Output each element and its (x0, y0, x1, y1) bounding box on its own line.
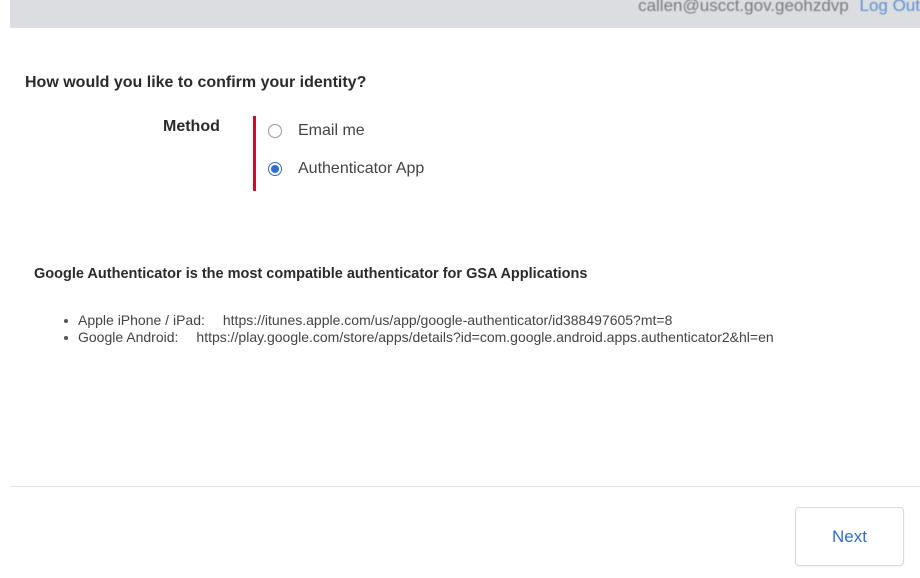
page-question: How would you like to confirm your ident… (25, 74, 367, 91)
authenticator-info-heading: Google Authenticator is the most compati… (34, 266, 588, 282)
app-url-apple: https://itunes.apple.com/us/app/google-a… (222, 312, 673, 328)
user-email: callen@uscct.gov.geohzdvp (638, 0, 849, 15)
next-button[interactable]: Next (795, 507, 904, 566)
method-option-authenticator[interactable]: Authenticator App (268, 158, 424, 180)
email-radio-button[interactable] (268, 124, 282, 138)
top-header-bar: callen@uscct.gov.geohzdvp Log Out (10, 0, 920, 28)
required-field-indicator (253, 116, 256, 191)
list-item: Google Android: https://play.google.com/s… (62, 329, 892, 346)
method-label: Method (163, 118, 220, 135)
list-item: Apple iPhone / iPad: https://itunes.apple… (62, 312, 892, 329)
app-platform-android: Google Android: (78, 329, 179, 345)
method-option-email[interactable]: Email me (268, 120, 365, 142)
authenticator-radio-button[interactable] (268, 162, 282, 176)
logout-link[interactable]: Log Out (860, 0, 920, 15)
app-platform-apple: Apple iPhone / iPad: (78, 312, 205, 328)
app-url-android: https://play.google.com/store/apps/detai… (196, 329, 774, 345)
footer-divider (10, 486, 920, 487)
authenticator-option-label[interactable]: Authenticator App (298, 160, 424, 178)
authenticator-app-list: Apple iPhone / iPad: https://itunes.apple… (62, 312, 892, 346)
identity-confirmation-page: callen@uscct.gov.geohzdvp Log Out How wo… (0, 0, 920, 578)
user-info: callen@uscct.gov.geohzdvp Log Out (638, 0, 920, 16)
email-option-label[interactable]: Email me (298, 122, 365, 140)
